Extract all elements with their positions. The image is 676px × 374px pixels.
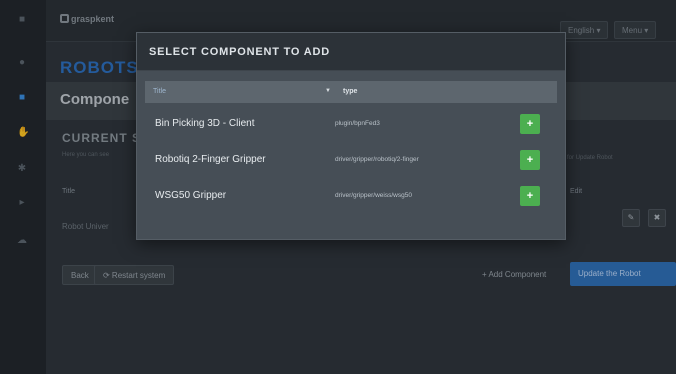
column-type[interactable]: type	[343, 88, 357, 95]
plus-icon: +	[526, 154, 534, 166]
column-title-sort[interactable]: Title	[153, 88, 166, 95]
component-type: driver/gripper/weiss/wsg50	[335, 192, 412, 199]
modal-title: SELECT COMPONENT TO ADD	[149, 46, 330, 58]
component-type: plugin/bpnFed3	[335, 120, 380, 127]
add-component-row-button[interactable]: +	[520, 114, 540, 134]
modal-table-header: Title ▼ type	[145, 81, 557, 103]
table-row: Bin Picking 3D - Client plugin/bpnFed3 +	[145, 107, 557, 141]
component-title: Robotiq 2-Finger Gripper	[155, 154, 266, 165]
table-row: Robotiq 2-Finger Gripper driver/gripper/…	[145, 143, 557, 177]
component-type: driver/gripper/robotiq/2-finger	[335, 156, 419, 163]
table-row: WSG50 Gripper driver/gripper/weiss/wsg50…	[145, 179, 557, 213]
sort-caret-icon[interactable]: ▼	[325, 88, 331, 94]
select-component-modal: SELECT COMPONENT TO ADD Title ▼ type Bin…	[136, 32, 566, 240]
add-component-row-button[interactable]: +	[520, 150, 540, 170]
modal-header: SELECT COMPONENT TO ADD	[137, 33, 565, 71]
plus-icon: +	[526, 190, 534, 202]
plus-icon: +	[526, 118, 534, 130]
add-component-row-button[interactable]: +	[520, 186, 540, 206]
component-title: Bin Picking 3D - Client	[155, 118, 255, 129]
component-title: WSG50 Gripper	[155, 190, 227, 201]
